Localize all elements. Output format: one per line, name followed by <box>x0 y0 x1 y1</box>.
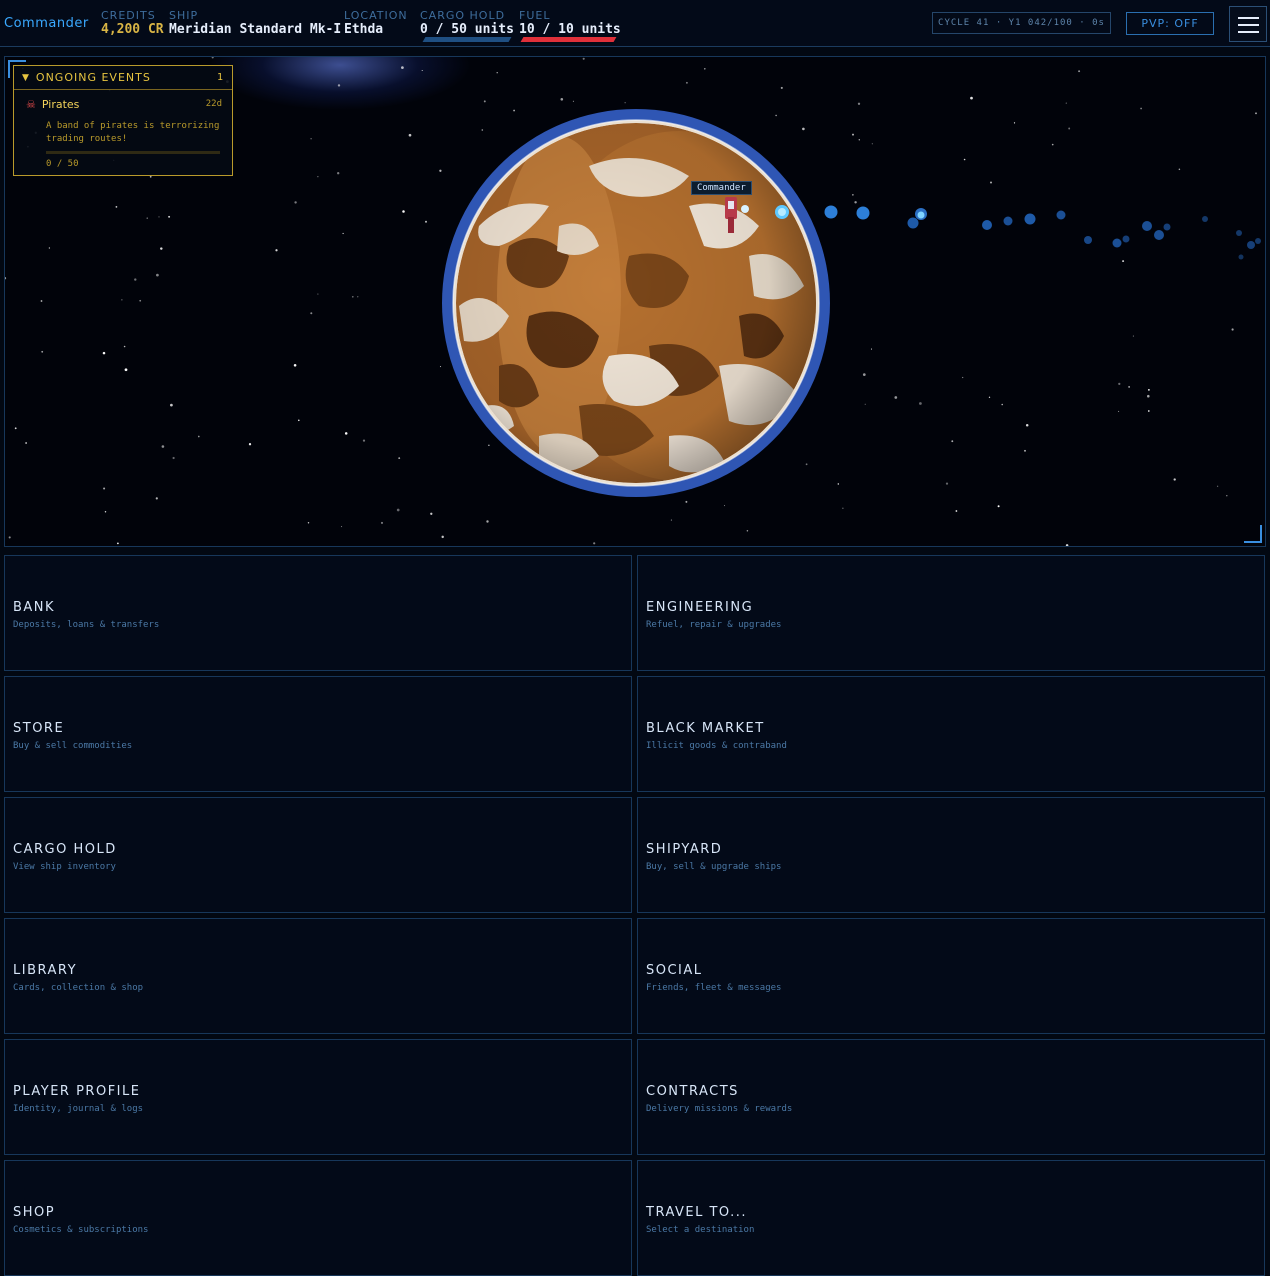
shop-title: SHOP <box>13 1205 56 1220</box>
player-profile-title: PLAYER PROFILE <box>13 1084 141 1099</box>
events-count: 1 <box>216 72 224 83</box>
player-profile-tile[interactable]: PLAYER PROFILE Identity, journal & logs <box>4 1039 632 1155</box>
cargo-hold-title: CARGO HOLD <box>13 842 117 857</box>
library-subtitle: Cards, collection & shop <box>13 983 144 993</box>
event-description: A band of pirates is terrorizing trading… <box>46 121 220 144</box>
bank-tile[interactable]: BANK Deposits, loans & transfers <box>4 555 632 671</box>
space-viewport[interactable]: Commander ▼ ONGOING EVENTS 1 ☠ Pirates 2… <box>4 56 1266 547</box>
black-market-title: BLACK MARKET <box>646 721 765 736</box>
travel-to-subtitle: Select a destination <box>646 1225 755 1235</box>
hamburger-menu-icon[interactable] <box>1229 6 1267 42</box>
black-market-subtitle: Illicit goods & contraband <box>646 741 787 751</box>
event-progress-bar <box>46 151 220 154</box>
ship-value: Meridian Standard Mk-I <box>169 22 342 37</box>
engineering-title: ENGINEERING <box>646 600 754 615</box>
fuel-label: FUEL <box>519 9 551 22</box>
ongoing-events-panel: ▼ ONGOING EVENTS 1 ☠ Pirates 22d A band … <box>13 65 233 176</box>
social-subtitle: Friends, fleet & messages <box>646 983 782 993</box>
shipyard-subtitle: Buy, sell & upgrade ships <box>646 862 782 872</box>
contracts-tile[interactable]: CONTRACTS Delivery missions & rewards <box>637 1039 1265 1155</box>
store-title: STORE <box>13 721 65 736</box>
cargo-hold-subtitle: View ship inventory <box>13 862 116 872</box>
store-subtitle: Buy & sell commodities <box>13 741 133 751</box>
black-market-tile[interactable]: BLACK MARKET Illicit goods & contraband <box>637 676 1265 792</box>
bank-title: BANK <box>13 600 56 615</box>
fuel-value: 10 / 10 units <box>519 22 621 37</box>
engineering-subtitle: Refuel, repair & upgrades <box>646 620 782 630</box>
fuel-bar <box>520 37 617 42</box>
pilot-name[interactable]: Commander <box>4 16 89 31</box>
location-label: LOCATION <box>344 9 408 22</box>
pvp-toggle-button[interactable]: PVP: OFF <box>1126 12 1214 35</box>
shipyard-title: SHIPYARD <box>646 842 723 857</box>
event-duration: 22d <box>205 99 222 109</box>
cargo-hold-label: CARGO HOLD <box>420 9 506 22</box>
collapse-triangle-icon[interactable]: ▼ <box>22 73 30 83</box>
skull-crossbones-icon: ☠ <box>26 98 36 111</box>
shop-subtitle: Cosmetics & subscriptions <box>13 1225 149 1235</box>
event-item-pirates[interactable]: ☠ Pirates <box>26 98 79 111</box>
events-header[interactable]: ▼ ONGOING EVENTS 1 <box>14 66 232 90</box>
engineering-tile[interactable]: ENGINEERING Refuel, repair & upgrades <box>637 555 1265 671</box>
contracts-title: CONTRACTS <box>646 1084 739 1099</box>
event-name: Pirates <box>41 98 80 111</box>
social-title: SOCIAL <box>646 963 703 978</box>
shipyard-tile[interactable]: SHIPYARD Buy, sell & upgrade ships <box>637 797 1265 913</box>
credits-label: CREDITS <box>101 9 156 22</box>
cargo-hold-bar <box>422 37 512 42</box>
cargo-hold-value: 0 / 50 units <box>420 22 514 37</box>
events-title: ONGOING EVENTS <box>35 71 151 84</box>
contracts-subtitle: Delivery missions & rewards <box>646 1104 793 1114</box>
social-tile[interactable]: SOCIAL Friends, fleet & messages <box>637 918 1265 1034</box>
player-profile-subtitle: Identity, journal & logs <box>13 1104 144 1114</box>
cycle-indicator: CYCLE 41 · Y1 042/100 · 0s <box>932 12 1111 34</box>
top-status-bar: Commander CREDITS 4,200 CR SHIP Meridian… <box>0 0 1270 47</box>
cargo-hold-tile[interactable]: CARGO HOLD View ship inventory <box>4 797 632 913</box>
library-title: LIBRARY <box>13 963 78 978</box>
library-tile[interactable]: LIBRARY Cards, collection & shop <box>4 918 632 1034</box>
ship-label: SHIP <box>169 9 199 22</box>
location-value: Ethda <box>344 22 384 37</box>
bank-subtitle: Deposits, loans & transfers <box>13 620 160 630</box>
store-tile[interactable]: STORE Buy & sell commodities <box>4 676 632 792</box>
credits-value: 4,200 CR <box>101 22 164 37</box>
event-progress-text: 0 / 50 <box>46 159 79 169</box>
travel-to-title: TRAVEL TO... <box>646 1205 748 1220</box>
